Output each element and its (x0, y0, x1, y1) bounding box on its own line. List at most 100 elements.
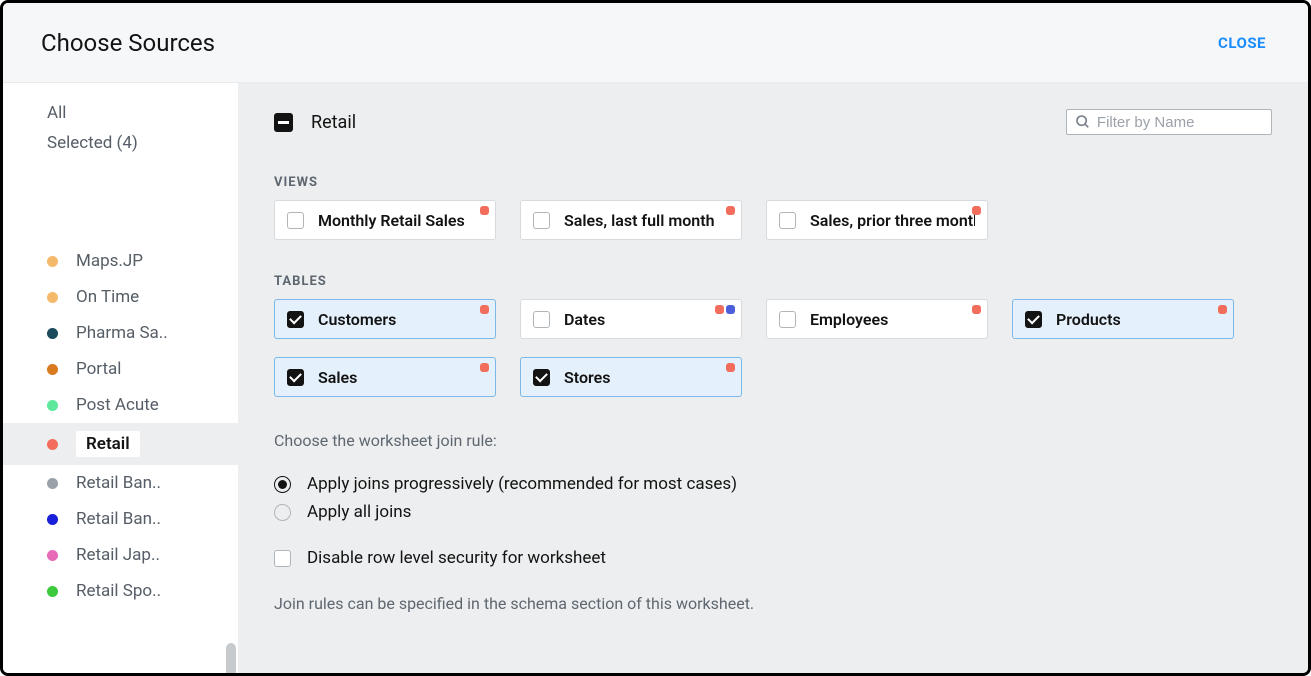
sidebar-item-label: Pharma Sa.. (76, 323, 168, 343)
sidebar-item-label: Retail Spo.. (76, 581, 161, 601)
badge-group (726, 206, 735, 215)
tables-grid: Customers Dates Employees Products Sales Stor… (274, 299, 1272, 397)
badge-icon (480, 305, 489, 314)
sidebar-item-7[interactable]: Retail Ban.. (3, 501, 238, 537)
table-checkbox-2[interactable] (779, 311, 796, 328)
table-card-3[interactable]: Products (1012, 299, 1234, 339)
sidebar-item-label: Retail Ban.. (76, 473, 161, 493)
join-radio-0[interactable]: Apply joins progressively (recommended f… (274, 474, 1272, 494)
table-label: Products (1056, 310, 1121, 329)
color-dot-icon (47, 292, 58, 303)
radio-button[interactable] (274, 476, 291, 493)
color-dot-icon (47, 328, 58, 339)
table-card-0[interactable]: Customers (274, 299, 496, 339)
view-card-2[interactable]: Sales, prior three months (766, 200, 988, 240)
main-title: Retail (311, 112, 356, 133)
table-label: Dates (564, 310, 605, 329)
view-checkbox-2[interactable] (779, 212, 796, 229)
sidebar-item-4[interactable]: Post Acute (3, 387, 238, 423)
table-checkbox-3[interactable] (1025, 311, 1042, 328)
table-label: Sales (318, 368, 357, 387)
table-checkbox-5[interactable] (533, 369, 550, 386)
sidebar-item-label: Maps.JP (76, 251, 143, 271)
table-card-2[interactable]: Employees (766, 299, 988, 339)
color-dot-icon (47, 439, 58, 450)
sidebar-item-6[interactable]: Retail Ban.. (3, 465, 238, 501)
join-radio-1[interactable]: Apply all joins (274, 502, 1272, 522)
badge-icon (972, 206, 981, 215)
view-checkbox-0[interactable] (287, 212, 304, 229)
radio-button[interactable] (274, 504, 291, 521)
disable-rls-checkbox[interactable] (274, 550, 291, 567)
table-card-4[interactable]: Sales (274, 357, 496, 397)
badge-group (480, 363, 489, 372)
badge-icon (726, 305, 735, 314)
color-dot-icon (47, 514, 58, 525)
color-dot-icon (47, 364, 58, 375)
disable-rls-label: Disable row level security for worksheet (307, 548, 606, 568)
sidebar-item-2[interactable]: Pharma Sa.. (3, 315, 238, 351)
color-dot-icon (47, 478, 58, 489)
filter-box[interactable] (1066, 109, 1272, 135)
badge-icon (480, 363, 489, 372)
modal-body: All Selected (4) Maps.JP On Time Pharma Sa… (3, 83, 1308, 673)
table-label: Employees (810, 310, 888, 329)
badge-group (480, 305, 489, 314)
sidebar-filter-all[interactable]: All (47, 103, 194, 123)
sidebar: All Selected (4) Maps.JP On Time Pharma Sa… (3, 83, 238, 673)
sidebar-item-1[interactable]: On Time (3, 279, 238, 315)
view-label: Sales, last full month (564, 211, 715, 230)
sidebar-item-0[interactable]: Maps.JP (3, 243, 238, 279)
close-button[interactable]: CLOSE (1218, 34, 1266, 52)
table-card-5[interactable]: Stores (520, 357, 742, 397)
sidebar-item-9[interactable]: Retail Spo.. (3, 573, 238, 609)
sidebar-filter-selected[interactable]: Selected (4) (47, 133, 194, 153)
choose-sources-modal: Choose Sources CLOSE All Selected (4) Ma… (0, 0, 1311, 676)
badge-icon (1218, 305, 1227, 314)
scrollbar-thumb[interactable] (226, 643, 236, 673)
sidebar-item-label: Post Acute (76, 395, 159, 415)
sidebar-item-3[interactable]: Portal (3, 351, 238, 387)
modal-header: Choose Sources CLOSE (3, 3, 1308, 83)
sidebar-item-label: Retail Ban.. (76, 509, 161, 529)
badge-group (1218, 305, 1227, 314)
color-dot-icon (47, 586, 58, 597)
join-hint: Join rules can be specified in the schem… (274, 594, 1272, 613)
search-icon (1075, 113, 1091, 131)
badge-group (480, 206, 489, 215)
tables-label: TABLES (274, 274, 1272, 289)
view-checkbox-1[interactable] (533, 212, 550, 229)
badge-group (715, 305, 735, 314)
view-card-1[interactable]: Sales, last full month (520, 200, 742, 240)
badge-icon (972, 305, 981, 314)
sidebar-item-label: Retail Jap.. (76, 545, 160, 565)
join-radio-group: Apply joins progressively (recommended f… (274, 474, 1272, 522)
disable-rls-row[interactable]: Disable row level security for worksheet (274, 548, 1272, 568)
filter-input[interactable] (1097, 114, 1263, 131)
badge-group (972, 305, 981, 314)
table-checkbox-0[interactable] (287, 311, 304, 328)
sidebar-item-8[interactable]: Retail Jap.. (3, 537, 238, 573)
view-card-0[interactable]: Monthly Retail Sales (274, 200, 496, 240)
radio-label: Apply joins progressively (recommended f… (307, 474, 737, 494)
views-grid: Monthly Retail Sales Sales, last full mon… (274, 200, 1272, 240)
modal-title: Choose Sources (41, 29, 215, 57)
sidebar-item-label: On Time (76, 287, 139, 307)
color-dot-icon (47, 550, 58, 561)
table-card-1[interactable]: Dates (520, 299, 742, 339)
sidebar-item-5[interactable]: Retail (3, 423, 238, 465)
sidebar-item-label: Portal (76, 359, 121, 379)
color-dot-icon (47, 400, 58, 411)
sidebar-item-label: Retail (76, 431, 140, 457)
badge-group (726, 363, 735, 372)
badge-icon (726, 206, 735, 215)
select-all-toggle[interactable] (274, 113, 293, 132)
badge-icon (480, 206, 489, 215)
table-checkbox-1[interactable] (533, 311, 550, 328)
badge-icon (726, 363, 735, 372)
main-header: Retail (274, 109, 1272, 135)
table-checkbox-4[interactable] (287, 369, 304, 386)
views-label: VIEWS (274, 175, 1272, 190)
radio-label: Apply all joins (307, 502, 411, 522)
view-label: Monthly Retail Sales (318, 211, 465, 230)
